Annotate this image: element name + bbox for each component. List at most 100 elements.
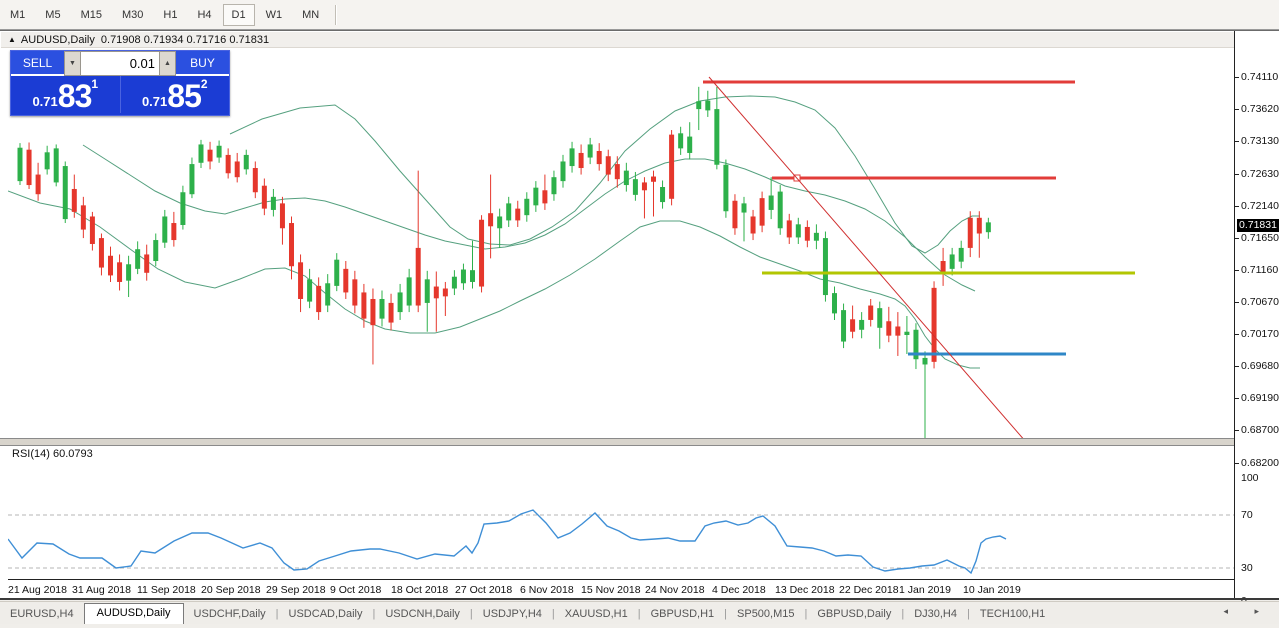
timeframe-toolbar: M1M5M15M30H1H4D1W1MN [0, 0, 1279, 30]
chart-tab-usdchf-daily[interactable]: USDCHF,Daily [184, 605, 276, 624]
timeframe-button-m30[interactable]: M30 [113, 4, 152, 26]
candle-body [723, 165, 728, 211]
chart-tab-xauusd-h1[interactable]: XAUUSD,H1 [555, 605, 638, 624]
timeframe-button-d1[interactable]: D1 [223, 4, 255, 26]
chart-tab-usdcad-daily[interactable]: USDCAD,Daily [279, 605, 373, 624]
chart-tab-eurusd-h4[interactable]: EURUSD,H4 [0, 605, 84, 624]
rsi-line [8, 510, 1006, 573]
candle-body [823, 238, 828, 295]
timeframe-button-m1[interactable]: M1 [1, 4, 34, 26]
price-axis-label: 0.71160 [1241, 264, 1278, 276]
price-axis-label: 0.70170 [1241, 328, 1279, 340]
buy-price-pip: 2 [201, 77, 208, 91]
candle-body [452, 277, 457, 289]
candle-body [244, 155, 249, 169]
price-axis-tick [1235, 174, 1239, 175]
candle-body [796, 224, 801, 237]
candle-body [651, 177, 656, 182]
volume-increase-button[interactable]: ▲ [159, 51, 176, 76]
bollinger-lower-band [8, 191, 980, 368]
candle-body [895, 326, 900, 335]
date-axis[interactable]: 21 Aug 201831 Aug 201811 Sep 201820 Sep … [8, 579, 1234, 599]
date-axis-label: 20 Sep 2018 [201, 584, 261, 596]
candle-body [742, 203, 747, 212]
candle-body [316, 286, 321, 312]
candle-body [551, 177, 556, 194]
candle-body [606, 156, 611, 174]
candle-body [380, 299, 385, 319]
price-axis-tick [1235, 141, 1239, 142]
candle-body [660, 187, 665, 202]
volume-input[interactable]: 0.01 [81, 51, 159, 76]
candle-body [678, 133, 683, 148]
candle-body [235, 161, 240, 177]
candle-body [687, 137, 692, 153]
sell-price-display[interactable]: 0.71 83 1 [11, 76, 121, 113]
candle-body [479, 220, 484, 287]
candle-body [705, 101, 710, 111]
date-axis-label: 18 Oct 2018 [391, 584, 448, 596]
timeframe-button-m15[interactable]: M15 [72, 4, 111, 26]
candle-body [352, 279, 357, 305]
timeframe-button-w1[interactable]: W1 [257, 4, 292, 26]
candle-body [262, 186, 267, 209]
chart-tab-usdjpy-h4[interactable]: USDJPY,H4 [473, 605, 552, 624]
candle-body [769, 196, 774, 210]
chart-tab-dj30-h4[interactable]: DJ30,H4 [904, 605, 967, 624]
tab-scroll-arrows[interactable]: ◂ ▸ [1223, 606, 1271, 617]
timeframe-button-mn[interactable]: MN [293, 4, 328, 26]
candle-body [370, 299, 375, 325]
candle-body [886, 321, 891, 335]
buy-price-display[interactable]: 0.71 85 2 [121, 76, 230, 113]
candle-body [144, 254, 149, 272]
bollinger-upper-band [230, 96, 980, 253]
price-axis-tick [1235, 238, 1239, 239]
rsi-axis-label: 70 [1241, 509, 1253, 521]
candle-body [99, 238, 104, 267]
timeframe-button-m5[interactable]: M5 [36, 4, 69, 26]
candle-body [325, 283, 330, 305]
candle-body [624, 171, 629, 185]
candle-body [27, 150, 32, 185]
candle-body [859, 320, 864, 330]
candle-body [814, 233, 819, 241]
candle-body [63, 166, 68, 219]
candle-body [72, 189, 77, 212]
sell-button[interactable]: SELL [11, 51, 64, 76]
chart-tab-audusd-daily[interactable]: AUDUSD,Daily [84, 603, 184, 624]
pane-splitter[interactable] [0, 438, 1279, 446]
candle-body [226, 155, 231, 173]
candle-body [597, 151, 602, 164]
price-axis-tick [1235, 398, 1239, 399]
candle-body [986, 222, 991, 232]
date-axis-label: 27 Oct 2018 [455, 584, 512, 596]
date-axis-label: 29 Sep 2018 [266, 584, 326, 596]
timeframe-button-h4[interactable]: H4 [188, 4, 220, 26]
candle-body [153, 240, 158, 261]
chart-tab-sp500-m15[interactable]: SP500,M15 [727, 605, 804, 624]
price-axis-tick [1235, 366, 1239, 367]
chart-tab-tech100-h1[interactable]: TECH100,H1 [970, 605, 1055, 624]
candle-body [54, 148, 59, 182]
chart-tab-gbpusd-daily[interactable]: GBPUSD,Daily [807, 605, 901, 624]
trading-platform-window: M1M5M15M30H1H4D1W1MN ▲ AUDUSD,Daily 0.71… [0, 0, 1279, 628]
chart-tab-gbpusd-h1[interactable]: GBPUSD,H1 [641, 605, 725, 624]
candle-body [760, 198, 765, 226]
candle-body [81, 205, 86, 229]
candle-body [389, 303, 394, 323]
candle-body [117, 262, 122, 282]
price-axis[interactable]: 0.741100.736200.731300.726300.721400.716… [1235, 31, 1279, 598]
date-axis-label: 11 Sep 2018 [137, 584, 196, 596]
candle-body [271, 197, 276, 210]
price-axis-label: 0.71650 [1241, 232, 1279, 244]
chart-tab-usdcnh-daily[interactable]: USDCNH,Daily [375, 605, 470, 624]
price-chart-canvas[interactable] [0, 31, 1279, 598]
timeframe-button-h1[interactable]: H1 [154, 4, 186, 26]
candle-body [280, 203, 285, 228]
buy-button[interactable]: BUY [176, 51, 229, 76]
price-axis-tick [1235, 463, 1239, 464]
volume-decrease-button[interactable]: ▼ [64, 51, 81, 76]
buy-price-prefix: 0.71 [142, 94, 167, 109]
candle-body [208, 150, 213, 162]
candle-body [425, 279, 430, 303]
